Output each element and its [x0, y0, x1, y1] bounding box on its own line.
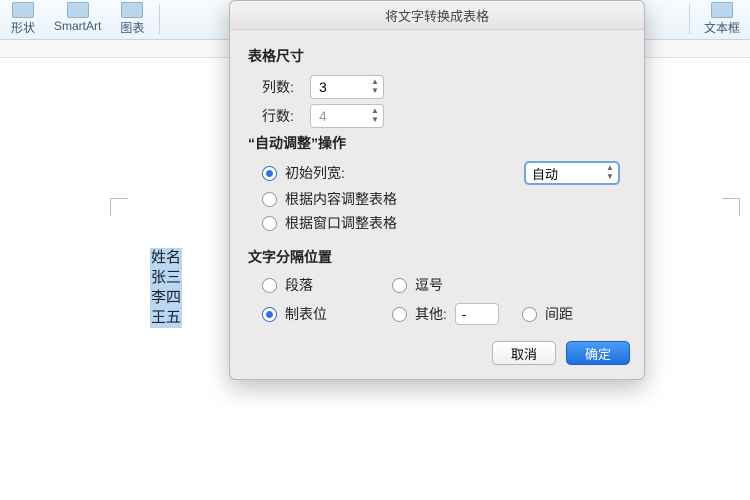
textbox-icon [711, 2, 733, 18]
selected-line: 李四 [150, 288, 182, 308]
section-separator: 文字分隔位置 [248, 247, 626, 267]
ribbon-smartart-label: SmartArt [54, 19, 101, 33]
ribbon-shape-button[interactable]: 形状 [6, 2, 40, 36]
page-corner [722, 198, 740, 216]
radio-fit-window-label: 根据窗口调整表格 [285, 213, 397, 233]
rows-label: 行数: [262, 106, 310, 126]
smartart-icon [67, 2, 89, 18]
radio-fit-content[interactable] [262, 192, 277, 207]
page-corner [110, 198, 128, 216]
selected-line: 王五 [150, 308, 182, 328]
chevron-down-icon: ▼ [369, 116, 381, 125]
radio-sep-comma-label: 逗号 [415, 275, 443, 295]
ribbon-chart-button[interactable]: 图表 [115, 2, 149, 36]
radio-sep-paragraph-label: 段落 [285, 275, 313, 295]
initial-width-field[interactable]: ▲ ▼ [524, 161, 620, 185]
ribbon-textbox-label: 文本框 [704, 19, 740, 36]
ribbon-smartart-button[interactable]: SmartArt [50, 2, 105, 33]
radio-fit-window[interactable] [262, 216, 277, 231]
ribbon-shape-label: 形状 [11, 19, 35, 36]
ribbon-textbox-button[interactable]: 文本框 [700, 2, 744, 36]
selected-text-block[interactable]: 姓名 张三 李四 王五 [150, 248, 182, 328]
ok-button[interactable]: 确定 [566, 341, 630, 365]
radio-sep-tab[interactable] [262, 307, 277, 322]
chart-icon [121, 2, 143, 18]
sep-other-input[interactable] [455, 303, 499, 325]
radio-initial-width[interactable] [262, 166, 277, 181]
radio-fit-content-label: 根据内容调整表格 [285, 189, 397, 209]
rows-stepper: ▲ ▼ [310, 104, 384, 128]
shape-icon [12, 2, 34, 18]
convert-text-to-table-dialog: 将文字转换成表格 表格尺寸 列数: ▲ ▼ 行数: ▲ ▼ “自动 [229, 0, 645, 380]
chevron-down-icon[interactable]: ▼ [604, 173, 616, 182]
section-table-size: 表格尺寸 [248, 46, 626, 66]
ribbon-separator [689, 4, 690, 34]
ribbon-separator [159, 4, 160, 34]
columns-stepper[interactable]: ▲ ▼ [310, 75, 384, 99]
columns-label: 列数: [262, 77, 310, 97]
radio-sep-comma[interactable] [392, 278, 407, 293]
radio-sep-other[interactable] [392, 307, 407, 322]
rows-input [319, 108, 359, 124]
ribbon-chart-label: 图表 [120, 19, 144, 36]
selected-line: 姓名 [150, 248, 182, 268]
radio-sep-paragraph[interactable] [262, 278, 277, 293]
radio-sep-other-label: 其他: [415, 304, 447, 324]
cancel-button[interactable]: 取消 [492, 341, 556, 365]
chevron-down-icon[interactable]: ▼ [369, 87, 381, 96]
selected-line: 张三 [150, 268, 182, 288]
dialog-title: 将文字转换成表格 [230, 1, 644, 30]
radio-sep-spacing[interactable] [522, 307, 537, 322]
section-autofit: “自动调整”操作 [248, 133, 626, 153]
columns-input[interactable] [319, 79, 359, 95]
radio-sep-tab-label: 制表位 [285, 304, 327, 324]
radio-sep-spacing-label: 间距 [545, 304, 573, 324]
initial-width-input[interactable] [532, 166, 588, 181]
radio-initial-width-label: 初始列宽: [285, 163, 345, 183]
